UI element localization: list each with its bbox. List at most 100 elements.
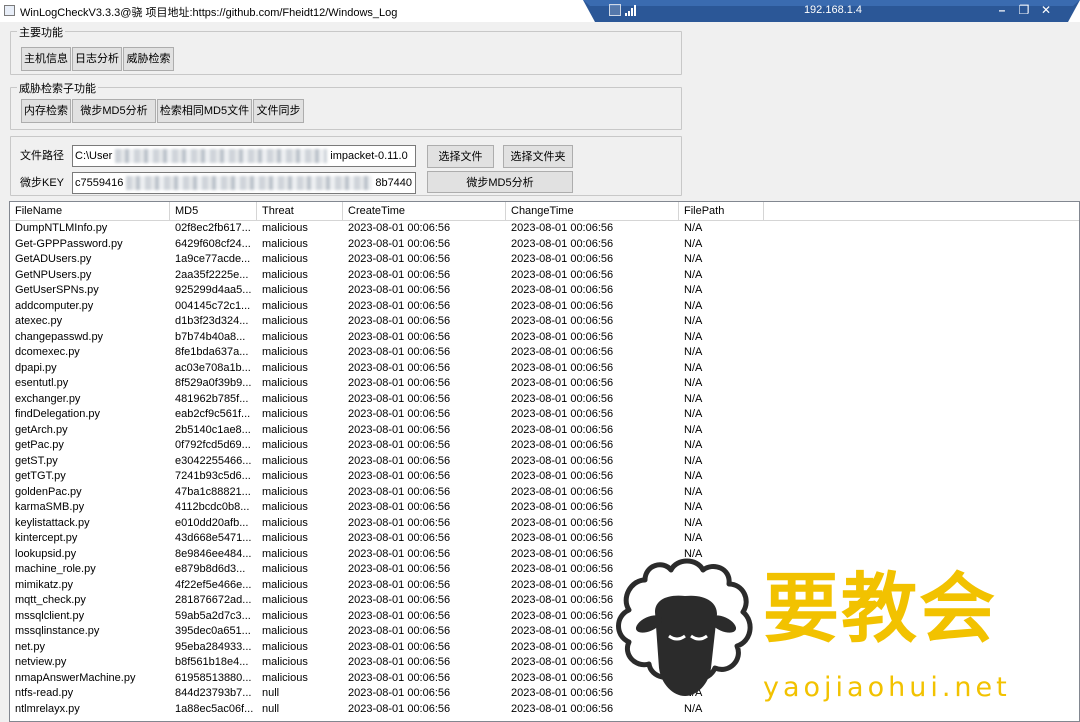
close-icon[interactable]: ✕ xyxy=(1037,2,1055,18)
table-row[interactable]: kintercept.py 43d668e5471... malicious 2023… xyxy=(10,531,1079,547)
column-header-threat[interactable]: Threat xyxy=(257,202,343,220)
cell-changetime: 2023-08-01 00:06:56 xyxy=(511,547,614,560)
cell-threat: malicious xyxy=(262,454,308,467)
table-row[interactable]: GetNPUsers.py 2aa35f2225e... malicious 2023… xyxy=(10,268,1079,284)
table-row[interactable]: changepasswd.py b7b74b40a8... malicious 202… xyxy=(10,330,1079,346)
results-table[interactable]: FileName MD5 Threat CreateTime ChangeTim… xyxy=(9,201,1080,722)
memory-search-button[interactable]: 内存检索 xyxy=(21,99,71,123)
table-row[interactable]: netview.py b8f561b18e4... malicious 2023-08… xyxy=(10,655,1079,671)
md5-analyze-button[interactable]: 微步MD5分析 xyxy=(427,171,573,193)
cell-changetime: 2023-08-01 00:06:56 xyxy=(511,346,614,358)
title-bar: WinLogCheckV3.3.3@骁 项目地址:https://github.… xyxy=(0,0,1080,22)
table-row[interactable]: mqtt_check.py 281876672ad... malicious 2023… xyxy=(10,593,1079,609)
cell-changetime: 2023-08-01 00:06:56 xyxy=(511,268,614,281)
cell-filepath: N/A xyxy=(684,485,703,498)
cell-filepath: N/A xyxy=(684,284,703,296)
choose-file-button[interactable]: 选择文件 xyxy=(427,145,494,168)
table-row[interactable]: GetADUsers.py 1a9ce77acde... malicious 2023… xyxy=(10,252,1079,268)
cell-filepath: N/A xyxy=(684,702,703,715)
table-row[interactable]: getST.py e3042255466... malicious 2023-08-0… xyxy=(10,454,1079,470)
cell-filepath: N/A xyxy=(684,594,703,606)
table-row[interactable]: mssqlinstance.py 395dec0a651... malicious 2… xyxy=(10,624,1079,640)
cell-filename: mssqlinstance.py xyxy=(15,625,100,637)
cell-filepath: N/A xyxy=(684,640,703,653)
log-analysis-button[interactable]: 日志分析 xyxy=(72,47,122,71)
threat-search-button[interactable]: 威胁检索 xyxy=(123,47,174,71)
choose-folder-button[interactable]: 选择文件夹 xyxy=(503,145,573,168)
table-row[interactable]: machine_role.py e879b8d6d3... malicious 202… xyxy=(10,562,1079,578)
cell-filepath: N/A xyxy=(684,501,703,513)
file-path-label: 文件路径 xyxy=(20,150,64,162)
cell-createtime: 2023-08-01 00:06:56 xyxy=(348,392,451,405)
cell-changetime: 2023-08-01 00:06:56 xyxy=(511,377,614,389)
app-icon xyxy=(4,5,15,16)
table-row[interactable]: esentutl.py 8f529a0f39b9... malicious 2023-… xyxy=(10,376,1079,392)
cell-filepath: N/A xyxy=(684,625,703,637)
cell-filepath: N/A xyxy=(684,516,703,529)
pin-icon[interactable] xyxy=(609,4,621,16)
cell-createtime: 2023-08-01 00:06:56 xyxy=(348,578,451,591)
cell-createtime: 2023-08-01 00:06:56 xyxy=(348,330,451,343)
table-row[interactable]: ntfs-read.py 844d23793b7... null 2023-08-01… xyxy=(10,686,1079,702)
cell-filepath: N/A xyxy=(684,671,703,684)
column-header-md5[interactable]: MD5 xyxy=(170,202,257,220)
column-header-createtime[interactable]: CreateTime xyxy=(343,202,506,220)
table-row[interactable]: Get-GPPPassword.py 6429f608cf24... malicio… xyxy=(10,237,1079,253)
cell-md5: 481962b785f... xyxy=(175,392,249,405)
cell-filename: Get-GPPPassword.py xyxy=(15,237,123,250)
table-row[interactable]: karmaSMB.py 4112bcdc0b8... malicious 2023-0… xyxy=(10,500,1079,516)
threatbook-md5-button[interactable]: 微步MD5分析 xyxy=(72,99,156,123)
table-row[interactable]: addcomputer.py 004145c72c1... malicious 202… xyxy=(10,299,1079,315)
table-row[interactable]: mimikatz.py 4f22ef5e466e... malicious 2023-… xyxy=(10,578,1079,594)
restore-icon[interactable]: ❐ xyxy=(1015,2,1033,18)
cell-threat: malicious xyxy=(262,237,308,250)
main-functions-label: 主要功能 xyxy=(17,24,65,40)
table-row[interactable]: net.py 95eba284933... malicious 2023-08-01 … xyxy=(10,640,1079,656)
cell-filename: keylistattack.py xyxy=(15,516,90,529)
table-row[interactable]: getPac.py 0f792fcd5d69... malicious 2023-08… xyxy=(10,438,1079,454)
cell-threat: malicious xyxy=(262,284,308,296)
table-row[interactable]: ntlmrelayx.py 1a88ec5ac06f... null 2023-08-… xyxy=(10,702,1079,718)
column-header-filepath[interactable]: FilePath xyxy=(679,202,764,220)
table-row[interactable]: exchanger.py 481962b785f... malicious 2023-… xyxy=(10,392,1079,408)
same-md5-search-button[interactable]: 检索相同MD5文件 xyxy=(157,99,252,123)
file-path-suffix: impacket-0.11.0 xyxy=(330,150,408,162)
table-header: FileName MD5 Threat CreateTime ChangeTim… xyxy=(10,202,1079,221)
column-header-changetime[interactable]: ChangeTime xyxy=(506,202,679,220)
table-row[interactable]: getArch.py 2b5140c1ae8... malicious 2023-08… xyxy=(10,423,1079,439)
table-row[interactable]: findDelegation.py eab2cf9c561f... maliciou… xyxy=(10,407,1079,423)
cell-filename: mssqlclient.py xyxy=(15,609,85,622)
cell-filename: ntfs-read.py xyxy=(15,687,74,699)
table-row[interactable]: dcomexec.py 8fe1bda637a... malicious 2023-0… xyxy=(10,345,1079,361)
table-row[interactable]: mssqlclient.py 59ab5a2d7c3... malicious 202… xyxy=(10,609,1079,625)
cell-filename: dcomexec.py xyxy=(15,346,80,358)
table-row[interactable]: GetUserSPNs.py 925299d4aa5... malicious 202… xyxy=(10,283,1079,299)
table-row[interactable]: atexec.py d1b3f23d324... malicious 2023-08-… xyxy=(10,314,1079,330)
cell-filepath: N/A xyxy=(684,423,703,436)
cell-filepath: N/A xyxy=(684,315,703,327)
cell-filename: GetNPUsers.py xyxy=(15,268,92,281)
table-row[interactable]: getTGT.py 7241b93c5d6... malicious 2023-08-… xyxy=(10,469,1079,485)
cell-createtime: 2023-08-01 00:06:56 xyxy=(348,299,451,312)
column-header-filename[interactable]: FileName xyxy=(10,202,170,220)
cell-filename: GetADUsers.py xyxy=(15,253,92,265)
table-row[interactable]: nmapAnswerMachine.py 61958513880... malici… xyxy=(10,671,1079,687)
file-sync-button[interactable]: 文件同步 xyxy=(253,99,304,123)
cell-threat: malicious xyxy=(262,299,308,312)
table-row[interactable]: lookupsid.py 8e9846ee484... malicious 2023-… xyxy=(10,547,1079,563)
cell-threat: malicious xyxy=(262,656,308,668)
file-path-input[interactable]: C:\User impacket-0.11.0 xyxy=(72,145,416,167)
table-row[interactable]: goldenPac.py 47ba1c88821... malicious 2023-… xyxy=(10,485,1079,501)
minimize-icon[interactable]: – xyxy=(993,2,1011,18)
window-title: WinLogCheckV3.3.3@骁 项目地址:https://github.… xyxy=(20,7,398,19)
threatbook-key-input[interactable]: c7559416 8b7440 xyxy=(72,172,416,194)
table-row[interactable]: DumpNTLMInfo.py 02f8ec2fb617... malicious 2… xyxy=(10,221,1079,237)
table-row[interactable]: dpapi.py ac03e708a1b... malicious 2023-08-0… xyxy=(10,361,1079,377)
threat-subfunctions-group: 威胁检索子功能 内存检索 微步MD5分析 检索相同MD5文件 文件同步 xyxy=(10,80,682,130)
cell-threat: malicious xyxy=(262,594,308,606)
cell-threat: malicious xyxy=(262,532,308,544)
cell-createtime: 2023-08-01 00:06:56 xyxy=(348,516,451,529)
cell-threat: null xyxy=(262,702,280,715)
host-info-button[interactable]: 主机信息 xyxy=(21,47,71,71)
table-row[interactable]: keylistattack.py e010dd20afb... malicious 2… xyxy=(10,516,1079,532)
